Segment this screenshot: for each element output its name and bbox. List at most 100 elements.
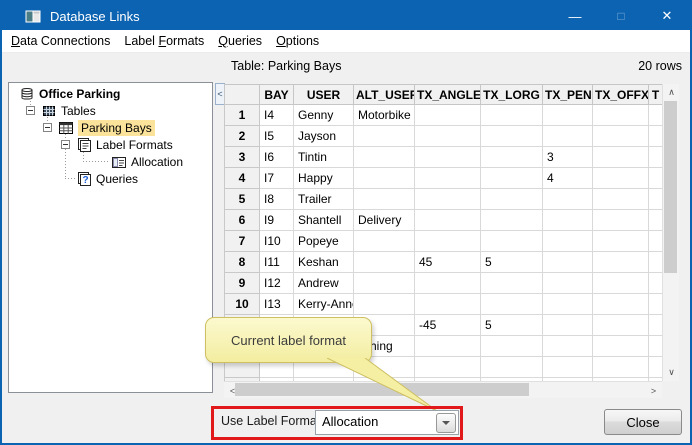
table-row[interactable]: 8 I11 Keshan 45 5 — [225, 252, 663, 273]
menu-data-connections[interactable]: Data Connections — [4, 31, 117, 51]
tx-pen-cell[interactable] — [543, 231, 593, 252]
vertical-scrollbar-thumb[interactable] — [664, 101, 677, 273]
tx-lorg-cell[interactable] — [481, 168, 543, 189]
user-cell[interactable]: Kerry-Anne — [294, 294, 354, 315]
tx-angle-cell[interactable] — [415, 105, 481, 126]
tree-item-tables[interactable]: Tables — [41, 102, 96, 119]
close-icon[interactable]: ✕ — [644, 2, 690, 30]
table-row[interactable]: 3 I6 Tintin 3 — [225, 147, 663, 168]
row-number-cell[interactable]: 6 — [225, 210, 260, 231]
scroll-down-icon[interactable]: ∨ — [663, 364, 680, 381]
tree-item-label-formats[interactable]: Label Formats — [76, 136, 173, 153]
table-row[interactable]: 6 I9 Shantell Delivery — [225, 210, 663, 231]
table-row[interactable]: 7 I10 Popeye — [225, 231, 663, 252]
tree-label-selected[interactable]: Parking Bays — [78, 120, 155, 136]
row-number-cell[interactable]: 8 — [225, 252, 260, 273]
tx-angle-cell[interactable]: 45 — [415, 252, 481, 273]
tx-pen-cell[interactable]: 4 — [543, 168, 593, 189]
tree-item-allocation[interactable]: Allocation — [111, 153, 183, 170]
tx-offx-cell[interactable] — [593, 189, 649, 210]
t-cell[interactable] — [649, 105, 663, 126]
tx-lorg-cell[interactable] — [481, 147, 543, 168]
tx-offx-cell[interactable] — [593, 105, 649, 126]
user-cell[interactable]: Jayson — [294, 126, 354, 147]
row-number-cell[interactable]: 9 — [225, 273, 260, 294]
menu-queries[interactable]: Queries — [211, 31, 269, 51]
tx-offx-cell[interactable] — [593, 231, 649, 252]
t-cell[interactable] — [649, 357, 663, 378]
tx-pen-cell[interactable]: 3 — [543, 147, 593, 168]
user-cell[interactable]: Andrew — [294, 273, 354, 294]
t-cell[interactable] — [649, 273, 663, 294]
menu-label-formats[interactable]: Label Formats — [117, 31, 211, 51]
tx-offx-cell[interactable] — [593, 168, 649, 189]
alt-user-cell[interactable] — [354, 294, 415, 315]
scroll-up-icon[interactable]: ∧ — [663, 84, 680, 101]
tx-lorg-cell[interactable] — [481, 231, 543, 252]
bay-cell[interactable]: I4 — [260, 105, 294, 126]
bay-cell[interactable]: I8 — [260, 189, 294, 210]
t-cell[interactable] — [649, 210, 663, 231]
tx-lorg-cell[interactable] — [481, 189, 543, 210]
tree-item-queries[interactable]: ? Queries — [76, 170, 138, 187]
row-number-cell[interactable]: 1 — [225, 105, 260, 126]
user-cell[interactable]: Tintin — [294, 147, 354, 168]
tx-lorg-cell[interactable] — [481, 210, 543, 231]
t-cell[interactable] — [649, 315, 663, 336]
tree-item-parking-bays[interactable]: Parking Bays — [58, 119, 155, 136]
row-number-cell[interactable]: 5 — [225, 189, 260, 210]
tx-angle-cell[interactable] — [415, 231, 481, 252]
bay-cell[interactable]: I12 — [260, 273, 294, 294]
col-header-alt-user[interactable]: ALT_USER — [354, 85, 415, 105]
col-header-tx-offx[interactable]: TX_OFFX — [593, 85, 649, 105]
t-cell[interactable] — [649, 231, 663, 252]
table-row[interactable]: 9 I12 Andrew — [225, 273, 663, 294]
t-cell[interactable] — [649, 126, 663, 147]
row-number-cell[interactable]: 3 — [225, 147, 260, 168]
alt-user-cell[interactable] — [354, 168, 415, 189]
chevron-down-icon[interactable] — [436, 413, 456, 433]
tx-offx-cell[interactable] — [593, 357, 649, 378]
tree-expander-tables[interactable] — [26, 106, 35, 115]
t-cell[interactable] — [649, 147, 663, 168]
col-header-tx-pen[interactable]: TX_PEN — [543, 85, 593, 105]
alt-user-cell[interactable] — [354, 231, 415, 252]
alt-user-cell[interactable] — [354, 126, 415, 147]
scroll-right-icon[interactable]: > — [645, 382, 662, 399]
tx-angle-cell[interactable] — [415, 336, 481, 357]
titlebar[interactable]: Database Links — □ ✕ — [2, 2, 690, 30]
user-cell[interactable]: Popeye — [294, 231, 354, 252]
row-number-cell[interactable]: 7 — [225, 231, 260, 252]
tree-item-office-parking[interactable]: Office Parking — [19, 85, 120, 102]
user-cell[interactable]: Shantell — [294, 210, 354, 231]
col-header-user[interactable]: USER — [294, 85, 354, 105]
tx-pen-cell[interactable] — [543, 105, 593, 126]
label-format-combobox[interactable]: Allocation — [315, 410, 459, 435]
user-cell[interactable]: Trailer — [294, 189, 354, 210]
col-header-t[interactable]: T — [649, 85, 663, 105]
tx-offx-cell[interactable] — [593, 147, 649, 168]
tx-pen-cell[interactable] — [543, 315, 593, 336]
bay-cell[interactable]: I13 — [260, 294, 294, 315]
tx-offx-cell[interactable] — [593, 315, 649, 336]
tx-lorg-cell[interactable] — [481, 105, 543, 126]
tx-offx-cell[interactable] — [593, 126, 649, 147]
alt-user-cell[interactable] — [354, 189, 415, 210]
user-cell[interactable]: Happy — [294, 168, 354, 189]
alt-user-cell[interactable] — [354, 252, 415, 273]
tree-label[interactable]: Queries — [96, 172, 138, 186]
tree-label[interactable]: Label Formats — [96, 138, 173, 152]
close-button[interactable]: Close — [604, 409, 682, 435]
row-number-cell[interactable]: 4 — [225, 168, 260, 189]
alt-user-cell[interactable] — [354, 147, 415, 168]
col-header-rownum[interactable] — [225, 85, 260, 105]
tx-pen-cell[interactable] — [543, 189, 593, 210]
t-cell[interactable] — [649, 168, 663, 189]
tx-pen-cell[interactable] — [543, 336, 593, 357]
row-number-cell[interactable]: 2 — [225, 126, 260, 147]
col-header-tx-angle[interactable]: TX_ANGLE — [415, 85, 481, 105]
tx-offx-cell[interactable] — [593, 294, 649, 315]
tx-lorg-cell[interactable]: 5 — [481, 252, 543, 273]
bay-cell[interactable]: I7 — [260, 168, 294, 189]
tx-lorg-cell[interactable] — [481, 126, 543, 147]
